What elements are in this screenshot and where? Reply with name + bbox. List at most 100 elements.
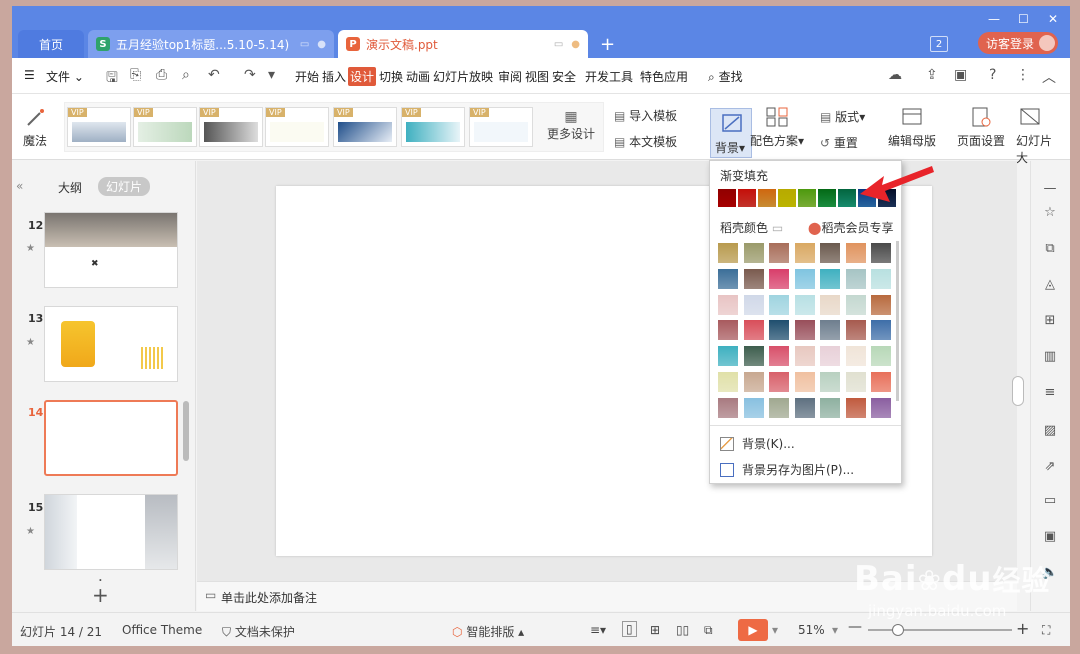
layout-button[interactable]: ▤ 版式▾ (820, 108, 865, 125)
menu-slideshow[interactable]: 幻灯片放映 (433, 68, 493, 85)
image-icon[interactable]: ▣ (1041, 529, 1059, 547)
close-icon[interactable]: ✕ (1048, 12, 1058, 26)
login-button[interactable]: 访客登录 (978, 32, 1058, 54)
palette-swatch[interactable] (769, 243, 789, 263)
minimize-icon[interactable]: — (988, 12, 1000, 26)
reset-button[interactable]: ↺ 重置 (820, 134, 858, 151)
tab-slides[interactable]: 幻灯片 (98, 177, 151, 196)
palette-swatch[interactable] (743, 294, 764, 315)
add-tab-button[interactable]: + (600, 34, 615, 55)
preview-icon[interactable]: ⌕ (182, 67, 190, 83)
gradient-swatch[interactable] (718, 189, 736, 207)
palette-scrollbar[interactable] (896, 241, 899, 401)
settings-sliders-icon[interactable]: ≡ (1041, 385, 1059, 403)
palette-swatch[interactable] (871, 320, 891, 341)
palette-swatch[interactable] (743, 372, 764, 392)
play-slideshow-button[interactable]: ▶ (738, 619, 768, 641)
palette-swatch[interactable] (794, 243, 815, 263)
collapse-ribbon-icon[interactable]: ︿ (1042, 67, 1056, 87)
slide-thumbnail[interactable]: ✖ (44, 212, 178, 288)
palette-swatch[interactable] (871, 268, 891, 289)
color-scheme-button[interactable]: 配色方案▾ (746, 106, 808, 149)
palette-swatch[interactable] (769, 397, 789, 418)
palette-swatch[interactable] (794, 320, 815, 341)
slide-panel-scrollbar[interactable] (183, 401, 189, 461)
palette-swatch[interactable] (845, 268, 866, 289)
shapes-icon[interactable]: ⧉ (1041, 241, 1059, 259)
normal-view-icon[interactable]: ▯ (622, 621, 637, 637)
palette-swatch[interactable] (718, 268, 738, 289)
gradient-swatch[interactable] (738, 189, 756, 207)
palette-swatch[interactable] (718, 397, 738, 418)
more-design-button[interactable]: ▦ 更多设计 (541, 109, 601, 142)
save-background-item[interactable]: 背景另存为图片(P)... (720, 461, 854, 478)
palette-swatch[interactable] (871, 243, 891, 263)
collab-icon[interactable]: ▣ (954, 67, 967, 83)
palette-swatch[interactable] (718, 294, 738, 315)
palette-swatch[interactable] (743, 397, 764, 418)
zoom-out-icon[interactable]: — (848, 619, 862, 635)
menu-security[interactable]: 安全 (552, 68, 576, 85)
palette-swatch[interactable] (743, 243, 764, 263)
tab-outline[interactable]: 大纲 (58, 179, 82, 196)
menu-features[interactable]: 特色应用 (640, 68, 688, 85)
palette-swatch[interactable] (794, 268, 815, 289)
palette-swatch[interactable] (845, 346, 866, 367)
menu-view[interactable]: 视图 (525, 68, 549, 85)
template-thumb[interactable]: VIP (469, 107, 533, 147)
smart-layout-button[interactable]: ⬡ 智能排版 ▴ (452, 623, 524, 640)
print-icon[interactable]: ⎙ (156, 67, 167, 83)
save-icon[interactable]: 🖫 (106, 67, 118, 91)
import-template-button[interactable]: ▤ 导入模板 (614, 107, 677, 124)
palette-swatch[interactable] (871, 346, 891, 367)
reading-view-icon[interactable]: ▯▯ (676, 623, 689, 637)
palette-swatch[interactable] (794, 294, 815, 315)
slide-size-button[interactable]: 幻灯片大 (1016, 106, 1060, 166)
edit-master-button[interactable]: 编辑母版 (884, 106, 940, 149)
grid-icon[interactable]: ⊞ (1041, 313, 1059, 331)
template-thumb[interactable]: VIP (401, 107, 465, 147)
gradient-swatch[interactable] (798, 189, 816, 207)
zoom-slider-thumb[interactable] (892, 624, 904, 636)
palette-swatch[interactable] (820, 294, 840, 315)
palette-swatch[interactable] (820, 320, 840, 341)
palette-swatch[interactable] (820, 372, 840, 392)
play-options-icon[interactable]: ▾ (772, 623, 778, 637)
slide-thumbnail[interactable] (44, 494, 178, 570)
zoom-level[interactable]: 51% (798, 623, 825, 637)
tab-home[interactable]: 首页 (18, 30, 84, 58)
menu-animation[interactable]: 动画 (406, 68, 430, 85)
palette-swatch[interactable] (820, 243, 840, 263)
fit-window-icon[interactable]: ⛶ (1042, 623, 1050, 638)
palette-swatch[interactable] (820, 268, 840, 289)
menu-start[interactable]: 开始 (295, 68, 319, 85)
palette-swatch[interactable] (845, 372, 866, 392)
palette-swatch[interactable] (794, 397, 815, 418)
page-setup-button[interactable]: 页面设置 (954, 106, 1008, 149)
palette-swatch[interactable] (769, 268, 789, 289)
monitor-icon[interactable]: ▭ (554, 39, 563, 50)
gradient-swatch[interactable] (818, 189, 836, 207)
add-slide-button[interactable]: + (92, 583, 109, 607)
menu-review[interactable]: 审阅 (498, 68, 522, 85)
menu-file[interactable]: 文件 ⌄ (46, 68, 84, 85)
palette-swatch[interactable] (794, 372, 815, 392)
palette-swatch[interactable] (769, 320, 789, 341)
palette-swatch[interactable] (769, 372, 789, 392)
collapse-panel-icon[interactable]: « (16, 179, 23, 193)
fill-icon[interactable]: ◬ (1041, 277, 1059, 295)
palette-swatch[interactable] (871, 397, 891, 418)
menu-transition[interactable]: 切换 (379, 68, 403, 85)
export-icon[interactable]: ⇗ (1041, 459, 1059, 477)
background-settings-item[interactable]: 背景(K)... (720, 435, 795, 452)
undo-icon[interactable]: ↶ (208, 67, 220, 83)
archive-icon[interactable]: ▭ (1041, 493, 1059, 511)
picture-icon[interactable]: ▨ (1041, 423, 1059, 441)
palette-swatch[interactable] (820, 346, 840, 367)
editor-scrollbar[interactable] (1012, 376, 1024, 406)
sorter-view-icon[interactable]: ⊞ (650, 623, 660, 637)
template-thumb[interactable]: VIP (265, 107, 329, 147)
export-icon[interactable]: ⎘ (130, 67, 141, 83)
palette-swatch[interactable] (769, 294, 789, 315)
zoom-slider[interactable] (868, 629, 1012, 631)
